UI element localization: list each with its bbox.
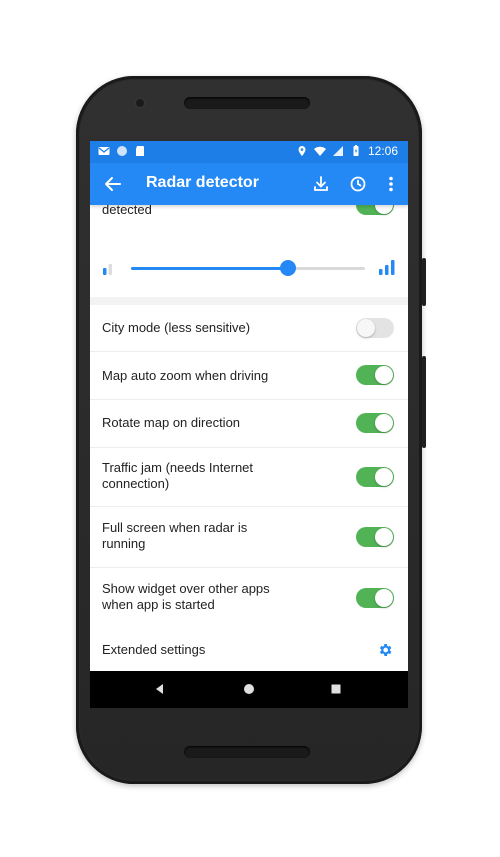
back-arrow-icon[interactable] (102, 173, 124, 195)
device-screen: 12:06 Radar detector detected City mode … (90, 141, 408, 708)
settings-row-label: Rotate map on direction (102, 415, 241, 430)
section-divider (90, 297, 408, 305)
circle-icon (117, 146, 127, 156)
settings-list: detected City mode (less sensitive) Map … (90, 205, 408, 671)
recents-square-icon[interactable] (329, 682, 343, 696)
location-icon (298, 146, 306, 156)
more-vert-icon[interactable] (380, 173, 402, 195)
settings-row-label: detected (102, 205, 152, 217)
settings-row-partial[interactable]: detected (90, 205, 408, 223)
toggle-switch[interactable] (356, 588, 394, 608)
toggle-knob (375, 468, 393, 486)
toggle-knob (375, 589, 393, 607)
settings-row-label: City mode (less sensitive) (102, 320, 251, 335)
app-bar: Radar detector (90, 163, 408, 205)
sd-card-icon (136, 146, 144, 156)
power-button (422, 258, 426, 306)
download-icon[interactable] (310, 173, 332, 195)
settings-row-label: Traffic jam (needs Internet connection) (102, 460, 254, 491)
toggle-switch[interactable] (356, 527, 394, 547)
settings-row-traffic-jam[interactable]: Traffic jam (needs Internet connection) (90, 448, 408, 506)
settings-row-label: Extended settings (102, 642, 206, 657)
page-title: Radar detector (146, 174, 259, 191)
gear-icon[interactable] (377, 642, 393, 658)
toggle-switch[interactable] (356, 413, 394, 433)
settings-row-label: Map auto zoom when driving (102, 368, 269, 383)
settings-row-show-widget[interactable]: Show widget over other apps when app is … (90, 568, 408, 628)
slider-thumb[interactable] (279, 260, 296, 276)
toggle-knob (375, 414, 393, 432)
status-time: 12:06 (367, 144, 398, 158)
sensitivity-slider[interactable] (131, 260, 365, 276)
status-bar: 12:06 (90, 141, 408, 163)
system-nav-bar (90, 671, 408, 708)
top-speaker-grille (184, 97, 310, 109)
toggle-switch[interactable] (356, 365, 394, 385)
settings-row-auto-zoom[interactable]: Map auto zoom when driving (90, 352, 408, 399)
toggle-knob (375, 366, 393, 384)
back-triangle-icon[interactable] (153, 682, 167, 696)
toggle-switch[interactable] (356, 467, 394, 487)
signal-low-icon (103, 264, 112, 275)
signal-high-icon (379, 260, 395, 275)
signal-icon (332, 146, 343, 156)
gmail-icon (98, 147, 110, 155)
bottom-speaker-grille (184, 746, 310, 758)
settings-row-city-mode[interactable]: City mode (less sensitive) (90, 305, 408, 351)
settings-row-label: Show widget over other apps when app is … (102, 581, 270, 612)
toggle-knob (357, 319, 375, 337)
settings-row-full-screen[interactable]: Full screen when radar is running (90, 507, 408, 567)
wifi-icon (313, 146, 326, 156)
volume-button (422, 356, 426, 448)
slider-fill (131, 267, 288, 270)
toggle-knob (375, 205, 393, 214)
history-icon[interactable] (347, 173, 369, 195)
battery-icon (353, 145, 359, 156)
toggle-knob (375, 528, 393, 546)
settings-row-rotate-map[interactable]: Rotate map on direction (90, 400, 408, 447)
settings-row-extended[interactable]: Extended settings (90, 629, 408, 671)
home-circle-icon[interactable] (242, 682, 256, 696)
front-camera (136, 99, 144, 107)
toggle-switch[interactable] (356, 205, 394, 215)
toggle-switch[interactable] (356, 318, 394, 338)
settings-row-label: Full screen when radar is running (102, 520, 248, 551)
